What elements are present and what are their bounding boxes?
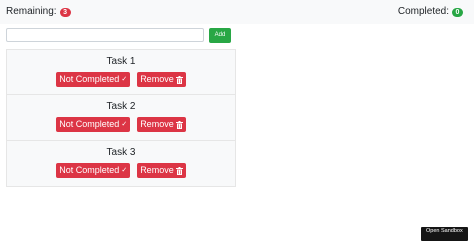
remove-task-button[interactable]: Remove [137,72,186,87]
completed-count-badge: 0 [452,7,463,17]
task-item: Task 3 Not Completed ✓ Remove [6,141,236,187]
trash-icon [175,166,183,175]
toggle-complete-button[interactable]: Not Completed ✓ [56,117,131,132]
task-list: Task 1 Not Completed ✓ Remove Task 2 Not… [6,49,236,187]
add-task-button[interactable]: Add [209,28,231,43]
toggle-complete-label: Not Completed [59,74,120,84]
check-icon: ✓ [121,167,128,174]
remove-task-button[interactable]: Remove [137,163,186,178]
remaining-count-badge: 3 [59,7,71,17]
task-actions: Not Completed ✓ Remove [7,163,235,178]
task-title: Task 1 [106,56,136,67]
toggle-complete-button[interactable]: Not Completed ✓ [56,163,131,178]
task-actions: Not Completed ✓ Remove [7,117,235,132]
toggle-complete-label: Not Completed [59,165,120,175]
new-task-input[interactable] [6,28,204,42]
remaining-counter: Remaining: 3 [6,6,71,18]
top-bar: Remaining: 3 Completed: 0 [0,0,474,24]
remove-task-label: Remove [140,165,174,175]
task-item: Task 2 Not Completed ✓ Remove [6,95,236,141]
remove-task-button[interactable]: Remove [137,117,186,132]
task-actions: Not Completed ✓ Remove [7,72,235,87]
open-sandbox-button[interactable]: Open Sandbox [421,227,468,241]
task-item: Task 1 Not Completed ✓ Remove [6,49,236,95]
remaining-label: Remaining: [6,6,57,17]
trash-icon [175,75,183,84]
check-icon: ✓ [121,76,128,83]
toggle-complete-label: Not Completed [59,119,120,129]
remove-task-label: Remove [140,119,174,129]
remove-task-label: Remove [140,74,174,84]
task-title: Task 2 [106,101,136,112]
completed-counter: Completed: 0 [398,6,463,18]
completed-label: Completed: [397,6,449,17]
check-icon: ✓ [121,121,128,128]
toggle-complete-button[interactable]: Not Completed ✓ [56,72,131,87]
trash-icon [175,120,183,129]
task-title: Task 3 [106,147,136,158]
